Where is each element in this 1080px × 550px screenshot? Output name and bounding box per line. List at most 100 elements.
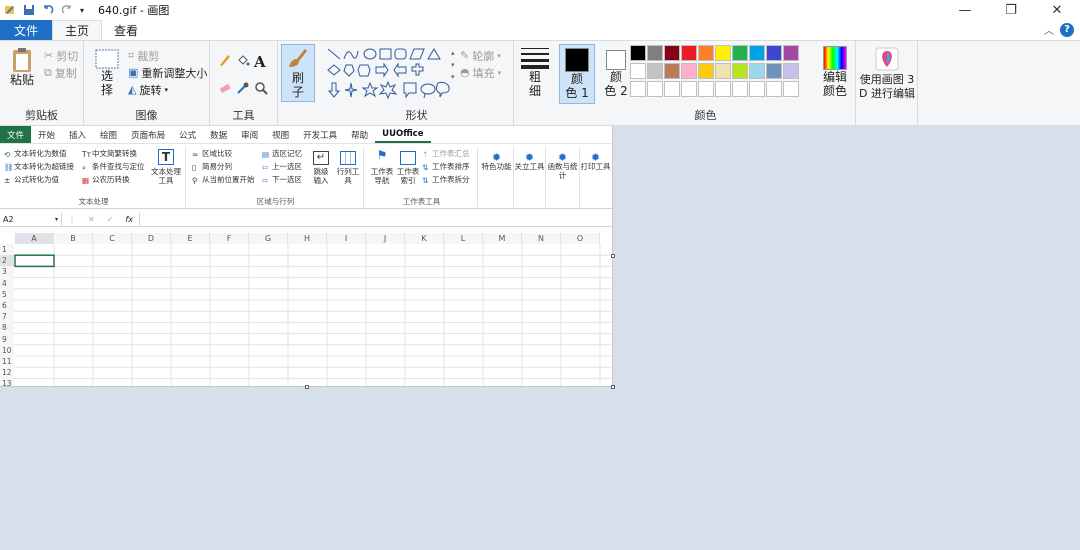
resize-icon: ▣ <box>128 66 139 79</box>
feature-icon: ✹ <box>491 151 502 164</box>
palette-swatch[interactable] <box>630 45 646 61</box>
palette-swatch[interactable] <box>732 45 748 61</box>
excel-sheet-item-label: 工作表汇总 <box>432 149 470 158</box>
pencil-icon[interactable] <box>218 53 232 67</box>
paste-button[interactable]: 粘贴 <box>8 47 36 87</box>
colors-group-label: 颜色 <box>694 109 717 122</box>
image-canvas[interactable]: 文件 开始 插入 绘图 页面布局 公式 数据 审阅 视图 开发工具 帮助 UUOffice ⟲ 文本转化… <box>0 126 613 387</box>
palette-swatch[interactable] <box>647 63 663 79</box>
tab-view[interactable]: 查看 <box>102 20 150 40</box>
calendar-icon: ▦ <box>82 175 90 185</box>
palette-swatch[interactable] <box>630 63 646 79</box>
fill-button[interactable]: ◓ 填充 ▾ <box>460 64 501 81</box>
crop-button[interactable]: ⌗ 裁剪 <box>128 47 207 64</box>
palette-swatch[interactable] <box>647 81 663 97</box>
magnifier-icon[interactable] <box>254 81 268 95</box>
brushes-button[interactable]: 刷 子 <box>281 44 315 102</box>
row-header: 6 <box>0 300 14 312</box>
palette-swatch[interactable] <box>681 81 697 97</box>
excel-region-item: ⇨ 下一选区 <box>262 173 302 186</box>
rotate-button[interactable]: ◭ 旋转 ▾ <box>128 81 207 98</box>
palette-swatch[interactable] <box>698 81 714 97</box>
help-icon[interactable]: ? <box>1060 22 1074 37</box>
palette-swatch[interactable] <box>698 63 714 79</box>
maximize-button[interactable]: ❐ <box>988 0 1034 20</box>
palette-swatch[interactable] <box>698 45 714 61</box>
rotate-icon: ◭ <box>128 83 137 96</box>
find-icon: ⌕ <box>82 162 87 172</box>
excel-text-item: ⌕ 条件查找与定位 <box>82 160 145 173</box>
palette-swatch[interactable] <box>664 63 680 79</box>
column-header: C <box>93 233 132 244</box>
text-tool-icon[interactable]: A <box>254 53 272 71</box>
palette-swatch[interactable] <box>749 63 765 79</box>
save-icon[interactable] <box>23 4 35 16</box>
column-header: I <box>327 233 366 244</box>
tab-home[interactable]: 主页 <box>52 20 103 40</box>
palette-swatch[interactable] <box>732 63 748 79</box>
feature-label: 特色功能 <box>481 162 512 171</box>
size-button[interactable]: 粗 细 <box>518 46 552 98</box>
resize-handle-bottom[interactable] <box>305 385 309 389</box>
row-header: 13 <box>0 378 14 386</box>
palette-swatch[interactable] <box>715 45 731 61</box>
shapes-scroll[interactable]: ▴ ▾ ▾ <box>451 47 455 83</box>
excel-text-item-label: 中文简繁转换 <box>92 149 137 158</box>
minimize-button[interactable]: — <box>942 0 988 20</box>
excel-formula-bar: A2 ▾ ⋮ ✕ ✓ fx <box>0 212 612 227</box>
palette-swatch[interactable] <box>681 63 697 79</box>
excel-region-item: ⚲ 从当前位置开始 <box>192 173 255 186</box>
palette-swatch[interactable] <box>766 45 782 61</box>
cut-button[interactable]: ✂ 剪切 <box>44 47 78 64</box>
palette-swatch[interactable] <box>783 81 799 97</box>
excel-tab: 视图 <box>272 130 290 141</box>
color1-button[interactable]: 颜 色 1 <box>559 44 595 104</box>
canvas-area[interactable]: 文件 开始 插入 绘图 页面布局 公式 数据 审阅 视图 开发工具 帮助 UUOffice ⟲ 文本转化… <box>0 126 1080 550</box>
shapes-gallery[interactable] <box>326 47 454 101</box>
palette-swatch[interactable] <box>749 45 765 61</box>
redo-icon[interactable] <box>61 4 73 16</box>
cut-label: 剪切 <box>56 49 79 63</box>
row-header: 2 <box>0 255 14 267</box>
palette-swatch[interactable] <box>783 45 799 61</box>
collapse-ribbon-icon[interactable]: ︿ <box>1044 22 1054 37</box>
palette-swatch[interactable] <box>664 45 680 61</box>
copy-label: 复制 <box>54 66 77 80</box>
excel-text-group-label: 文本处理 <box>78 197 109 206</box>
palette-swatch[interactable] <box>715 81 731 97</box>
excel-region-item-label: 简易分列 <box>202 162 232 171</box>
customize-toolbar-icon[interactable]: ▾ <box>80 6 84 15</box>
outline-dropdown-icon: ▾ <box>497 51 501 60</box>
column-header: D <box>132 233 171 244</box>
paint3d-button[interactable]: 使用画图 3 D 进行编辑 <box>858 47 916 101</box>
palette-swatch[interactable] <box>630 81 646 97</box>
palette-swatch[interactable] <box>664 81 680 97</box>
resize-handle-right[interactable] <box>611 254 615 258</box>
palette-swatch[interactable] <box>647 45 663 61</box>
undo-icon[interactable] <box>42 4 54 16</box>
color-picker-icon[interactable] <box>236 81 250 95</box>
column-header: A <box>15 233 54 244</box>
excel-region-item-label: 区域比较 <box>202 149 232 158</box>
fill-bucket-icon[interactable] <box>236 53 250 67</box>
select-rect-icon <box>95 49 119 69</box>
resize-button[interactable]: ▣ 重新调整大小 <box>128 64 207 81</box>
row-header: 9 <box>0 333 14 345</box>
close-button[interactable]: ✕ <box>1034 0 1080 20</box>
outline-button[interactable]: ✎ 轮廓 ▾ <box>460 47 501 64</box>
palette-swatch[interactable] <box>766 63 782 79</box>
resize-handle-corner[interactable] <box>611 385 615 389</box>
eraser-icon[interactable] <box>218 81 232 95</box>
palette-swatch[interactable] <box>749 81 765 97</box>
color2-button[interactable]: 颜 色 2 <box>598 44 634 98</box>
palette-swatch[interactable] <box>715 63 731 79</box>
palette-swatch[interactable] <box>783 63 799 79</box>
palette-swatch[interactable] <box>732 81 748 97</box>
select-button[interactable]: 选 择 <box>92 49 122 97</box>
arrow-left-icon: ⇦ <box>262 162 269 172</box>
edit-colors-button[interactable]: 编辑 颜色 <box>818 46 852 98</box>
palette-swatch[interactable] <box>766 81 782 97</box>
palette-swatch[interactable] <box>681 45 697 61</box>
copy-button[interactable]: ⧉ 复制 <box>44 64 78 81</box>
tab-file[interactable]: 文件 <box>0 20 53 40</box>
